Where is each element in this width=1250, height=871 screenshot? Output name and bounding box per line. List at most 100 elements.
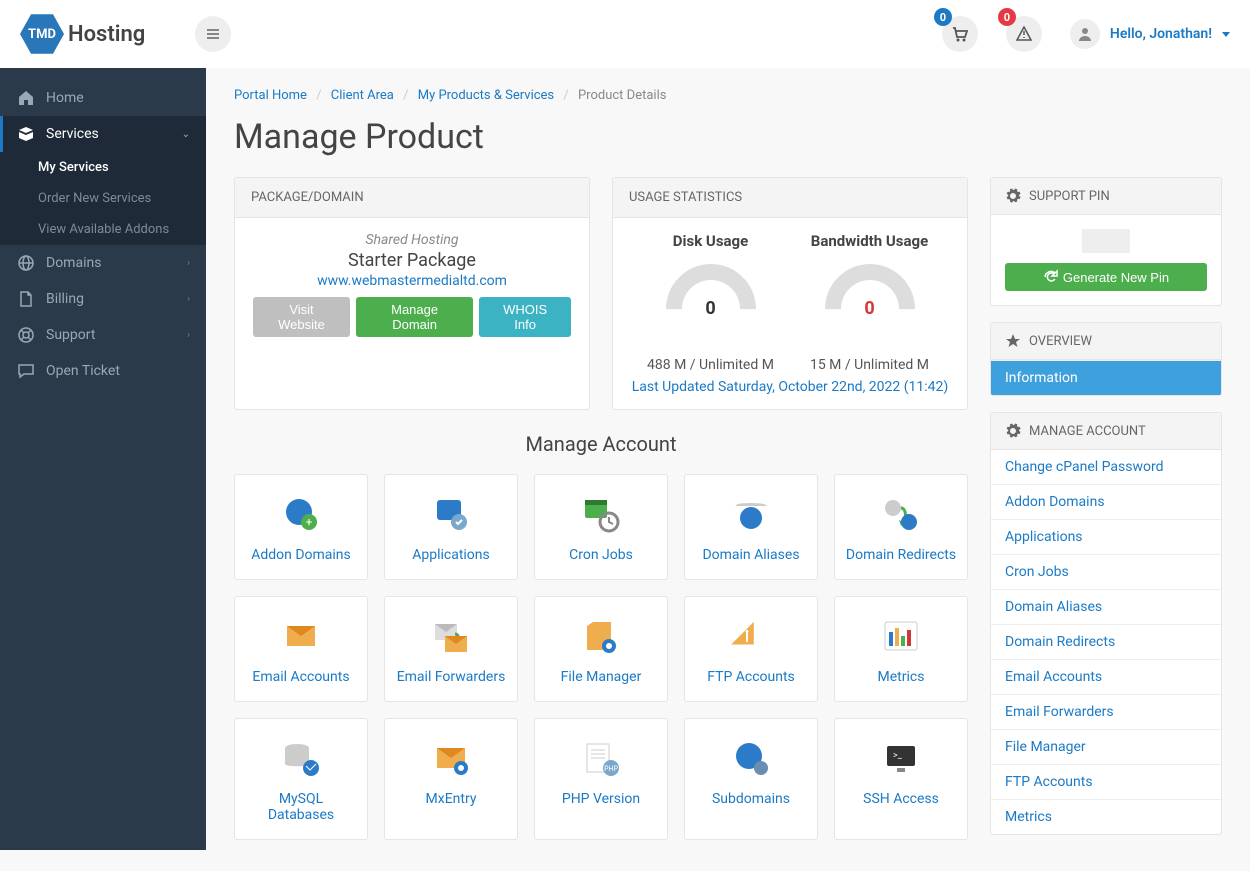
manage-list-item[interactable]: Cron Jobs (991, 554, 1221, 589)
tile-email-accounts[interactable]: Email Accounts (234, 596, 368, 702)
caret-down-icon (1222, 32, 1230, 37)
manage-list-item[interactable]: Applications (991, 519, 1221, 554)
chevron-right-icon: › (187, 294, 190, 305)
gear-icon (1005, 423, 1021, 439)
tile-applications[interactable]: Applications (384, 474, 518, 580)
menu-toggle-button[interactable] (195, 16, 231, 52)
tile-mxentry[interactable]: MxEntry (384, 718, 518, 840)
disk-gauge: 0 (666, 264, 756, 319)
tile-file-manager[interactable]: File Manager (534, 596, 668, 702)
visit-website-button[interactable]: Visit Website (253, 297, 350, 337)
manage-domain-button[interactable]: Manage Domain (356, 297, 473, 337)
sidebar-sub-addons[interactable]: View Available Addons (0, 214, 206, 245)
breadcrumb-client[interactable]: Client Area (331, 88, 394, 103)
support-pin-input[interactable] (1082, 229, 1130, 253)
breadcrumb-current: Product Details (578, 88, 666, 103)
tile-icon (727, 737, 775, 779)
tile-icon: + (277, 493, 325, 535)
tile-mysql-databases[interactable]: MySQL Databases (234, 718, 368, 840)
tile-label: Domain Aliases (695, 547, 807, 563)
sidebar-item-billing[interactable]: Billing › (0, 281, 206, 317)
manage-list-item[interactable]: Change cPanel Password (991, 450, 1221, 484)
svg-text:PHP: PHP (604, 765, 618, 773)
bandwidth-gauge: 0 (825, 264, 915, 319)
sidebar-item-support[interactable]: Support › (0, 317, 206, 353)
tile-php-version[interactable]: PHPPHP Version (534, 718, 668, 840)
sidebar: Home Services ⌄ My Services Order New Se… (0, 68, 206, 850)
logo-text: Hosting (68, 22, 145, 47)
file-icon (18, 291, 34, 307)
manage-account-title: Manage Account (234, 432, 968, 456)
breadcrumb-products[interactable]: My Products & Services (418, 88, 554, 103)
bars-icon (205, 26, 221, 42)
manage-list-item[interactable]: Email Forwarders (991, 694, 1221, 729)
logo[interactable]: TMD Hosting (20, 12, 145, 56)
tile-icon (277, 737, 325, 779)
manage-list-item[interactable]: Domain Aliases (991, 589, 1221, 624)
tile-icon (427, 493, 475, 535)
sidebar-item-label: Support (46, 327, 95, 343)
svg-text:+: + (306, 515, 313, 529)
tile-email-forwarders[interactable]: Email Forwarders (384, 596, 518, 702)
sidebar-item-home[interactable]: Home (0, 80, 206, 116)
manage-list-item[interactable]: File Manager (991, 729, 1221, 764)
sidebar-sub-order-new[interactable]: Order New Services (0, 183, 206, 214)
tile-ftp-accounts[interactable]: FTP Accounts (684, 596, 818, 702)
manage-list-item[interactable]: Email Accounts (991, 659, 1221, 694)
tile-label: FTP Accounts (695, 669, 807, 685)
usage-panel: USAGE STATISTICS Disk Usage 0 488 M / Un… (612, 177, 968, 410)
disk-usage-title: Disk Usage (631, 232, 790, 250)
sidebar-item-label: Billing (46, 291, 84, 307)
usage-last-updated: Last Updated Saturday, October 22nd, 202… (631, 379, 949, 395)
tile-metrics[interactable]: Metrics (834, 596, 968, 702)
alerts-badge: 0 (998, 8, 1016, 26)
user-menu[interactable]: Hello, Jonathan! (1070, 19, 1230, 49)
tile-ssh-access[interactable]: >_ SSH Access (834, 718, 968, 840)
tile-label: Email Forwarders (395, 669, 507, 685)
sidebar-item-label: Services (46, 126, 99, 142)
breadcrumb-home[interactable]: Portal Home (234, 88, 307, 103)
tile-cron-jobs[interactable]: Cron Jobs (534, 474, 668, 580)
sidebar-item-open-ticket[interactable]: Open Ticket (0, 353, 206, 389)
tile-label: Email Accounts (245, 669, 357, 685)
gear-icon (1005, 188, 1021, 204)
tile-icon (877, 493, 925, 535)
tile-icon (577, 493, 625, 535)
tile-icon: >_ (877, 737, 925, 779)
lifebuoy-icon (18, 327, 34, 343)
tile-icon (727, 615, 775, 657)
sidebar-sub-my-services[interactable]: My Services (0, 152, 206, 183)
tile-addon-domains[interactable]: + Addon Domains (234, 474, 368, 580)
overview-panel: OVERVIEW Information (990, 322, 1222, 396)
package-domain-link[interactable]: www.webmastermedialtd.com (317, 273, 507, 289)
cart-button[interactable]: 0 (942, 16, 978, 52)
chat-icon (18, 363, 34, 379)
generate-pin-label: Generate New Pin (1063, 270, 1169, 285)
sidebar-item-services[interactable]: Services ⌄ (0, 116, 206, 152)
overview-information-item[interactable]: Information (991, 360, 1221, 395)
manage-list-item[interactable]: Addon Domains (991, 484, 1221, 519)
tile-icon (427, 737, 475, 779)
sidebar-item-domains[interactable]: Domains › (0, 245, 206, 281)
chevron-down-icon: ⌄ (182, 129, 190, 140)
tile-subdomains[interactable]: Subdomains (684, 718, 818, 840)
generate-pin-button[interactable]: Generate New Pin (1005, 263, 1207, 291)
tile-domain-aliases[interactable]: Domain Aliases (684, 474, 818, 580)
sidebar-item-label: Domains (46, 255, 101, 271)
bandwidth-usage-detail: 15 M / Unlimited M (790, 357, 949, 373)
tile-domain-redirects[interactable]: Domain Redirects (834, 474, 968, 580)
bandwidth-gauge-value: 0 (825, 298, 915, 319)
user-avatar-icon (1070, 19, 1100, 49)
whois-info-button[interactable]: WHOIS Info (479, 297, 571, 337)
cart-badge: 0 (934, 8, 952, 26)
manage-list-item[interactable]: FTP Accounts (991, 764, 1221, 799)
tile-label: SSH Access (845, 791, 957, 807)
manage-list-item[interactable]: Metrics (991, 799, 1221, 834)
tile-label: Addon Domains (245, 547, 357, 563)
alerts-button[interactable]: 0 (1006, 16, 1042, 52)
manage-list-item[interactable]: Domain Redirects (991, 624, 1221, 659)
tile-label: Metrics (845, 669, 957, 685)
tile-label: MxEntry (395, 791, 507, 807)
globe-icon (18, 255, 34, 271)
usage-header: USAGE STATISTICS (613, 178, 967, 218)
